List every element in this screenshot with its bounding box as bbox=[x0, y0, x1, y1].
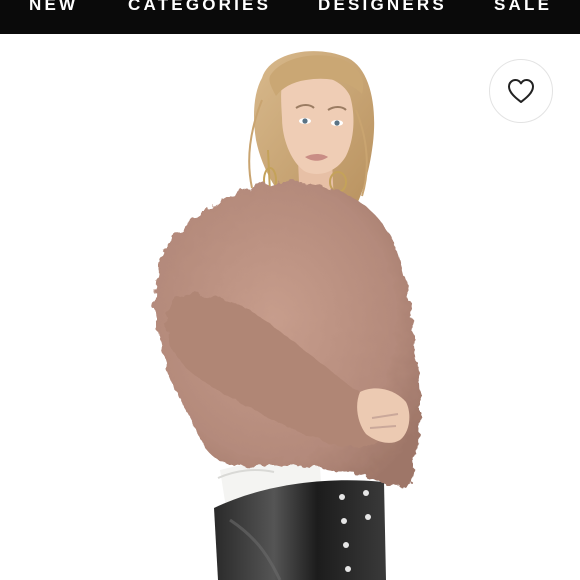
heart-icon bbox=[507, 78, 535, 104]
nav-item-categories[interactable]: CATEGORIES bbox=[128, 0, 271, 16]
product-image[interactable] bbox=[0, 34, 580, 580]
favorite-button[interactable] bbox=[489, 59, 553, 123]
nav-item-new[interactable]: NEW bbox=[29, 0, 78, 16]
nav-item-designers[interactable]: DESIGNERS bbox=[318, 0, 447, 16]
top-navigation-bar: NEW CATEGORIES DESIGNERS SALE bbox=[0, 0, 580, 34]
nav-item-sale[interactable]: SALE bbox=[494, 0, 552, 16]
